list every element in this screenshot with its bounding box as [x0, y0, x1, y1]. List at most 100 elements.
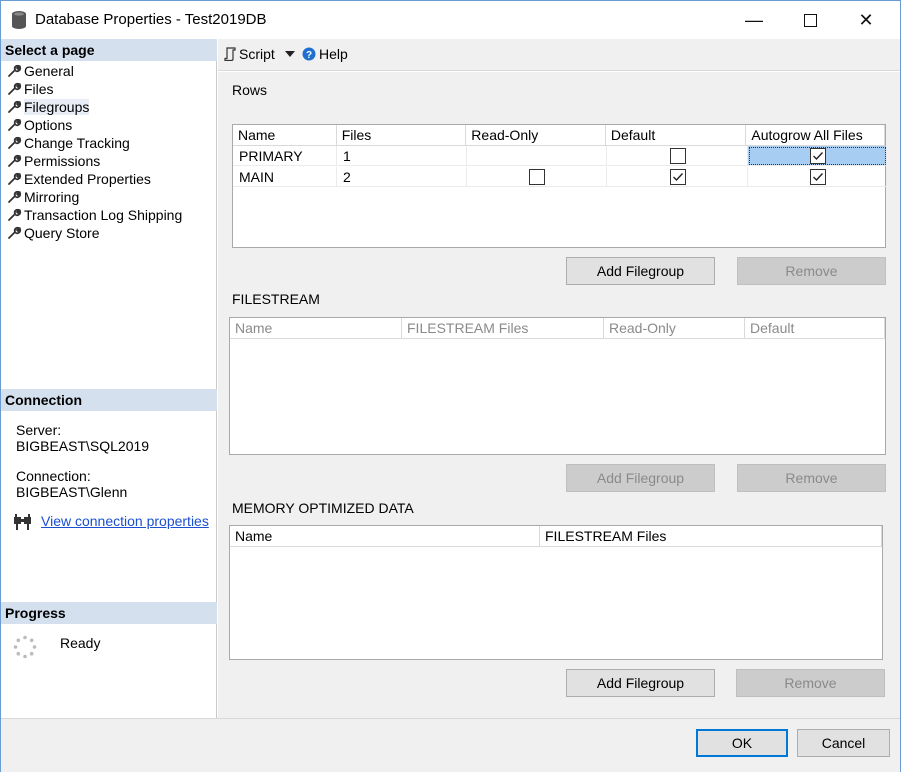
table-row[interactable]: MAIN 2 — [233, 167, 887, 187]
page-item-extended-properties[interactable]: Extended Properties — [7, 170, 151, 188]
database-icon — [12, 11, 26, 29]
wrench-icon — [8, 136, 22, 149]
memory-column-header[interactable]: Name — [230, 526, 540, 547]
wrench-icon — [8, 226, 22, 239]
page-item-permissions[interactable]: Permissions — [7, 152, 100, 170]
filestream-column-header[interactable]: FILESTREAM Files — [402, 318, 604, 339]
page-item-change-tracking[interactable]: Change Tracking — [7, 134, 130, 152]
help-icon: ? — [302, 47, 316, 61]
filestream-column-header[interactable]: Read-Only — [604, 318, 745, 339]
memory-optimized-grid: Name FILESTREAM Files — [229, 525, 883, 660]
rows-filegroups-grid: Name Files Read-Only Default Autogrow All Fi… — [232, 124, 887, 248]
left-pane: Select a page General Files Filegroups Opti… — [1, 39, 217, 718]
autogrow-cell[interactable] — [748, 167, 887, 187]
view-connection-properties-link[interactable]: View connection properties — [41, 513, 209, 529]
rows-grid-header: Name Files Read-Only Default Autogrow All Fi… — [233, 125, 885, 146]
maximize-icon — [803, 13, 817, 27]
memory-column-header[interactable]: FILESTREAM Files — [540, 526, 882, 547]
wrench-icon — [8, 64, 22, 77]
rows-column-header[interactable]: Files — [336, 125, 467, 146]
checkbox-checked[interactable] — [669, 169, 686, 185]
default-cell[interactable] — [607, 146, 748, 166]
page-item-label: Files — [24, 81, 54, 97]
checkbox-unchecked[interactable] — [669, 148, 686, 164]
memory-add-filegroup-button[interactable]: Add Filegroup — [566, 669, 715, 697]
wrench-icon — [8, 118, 22, 131]
page-item-transaction-log-shipping[interactable]: Transaction Log Shipping — [7, 206, 182, 224]
progress-header: Progress — [1, 602, 217, 624]
connection-label: Connection: — [16, 468, 91, 484]
maximize-button[interactable] — [787, 1, 833, 39]
name-cell-text: MAIN — [239, 169, 274, 185]
page-item-general[interactable]: General — [7, 62, 74, 80]
database-properties-dialog: Database Properties - Test2019DB — ✕ Sel… — [0, 0, 901, 772]
wrench-icon — [8, 190, 22, 203]
cancel-button[interactable]: Cancel — [797, 729, 890, 757]
page-item-label: Mirroring — [24, 189, 80, 205]
dialog-footer: OK Cancel — [1, 718, 900, 772]
page-item-label: General — [24, 63, 74, 79]
script-icon — [224, 47, 236, 61]
title-bar: Database Properties - Test2019DB — ✕ — [1, 1, 900, 39]
name-cell[interactable]: PRIMARY — [233, 146, 337, 166]
script-button[interactable]: Script — [224, 46, 295, 62]
read-only-cell[interactable] — [467, 146, 607, 166]
filestream-grid: Name FILESTREAM Files Read-Only Default — [229, 317, 886, 455]
filestream-grid-header: Name FILESTREAM Files Read-Only Default — [230, 318, 885, 339]
checkbox-unchecked[interactable] — [529, 169, 545, 185]
help-label: Help — [319, 46, 348, 62]
page-item-label: Change Tracking — [24, 135, 130, 151]
close-icon: ✕ — [858, 9, 874, 30]
wrench-icon — [8, 154, 22, 167]
filestream-remove-button[interactable]: Remove — [737, 464, 886, 492]
wrench-icon — [8, 100, 22, 113]
filestream-column-header[interactable]: Default — [745, 318, 885, 339]
page-item-label: Query Store — [24, 225, 100, 241]
memory-optimized-label: MEMORY OPTIMIZED DATA — [232, 500, 414, 516]
minimize-button[interactable]: — — [731, 1, 777, 39]
progress-spinner-icon — [13, 635, 37, 659]
filestream-column-header[interactable]: Name — [230, 318, 402, 339]
memory-optimized-grid-header: Name FILESTREAM Files — [230, 526, 882, 547]
page-item-files[interactable]: Files — [7, 80, 54, 98]
ok-button[interactable]: OK — [696, 729, 788, 757]
rows-column-header[interactable]: Autogrow All Files — [746, 125, 885, 146]
svg-text:?: ? — [306, 50, 312, 61]
table-row[interactable]: PRIMARY 1 — [233, 146, 887, 166]
page-item-options[interactable]: Options — [7, 116, 72, 134]
chevron-down-icon[interactable] — [284, 51, 295, 57]
toolbar: Script ? Help — [218, 39, 900, 71]
page-item-filegroups[interactable]: Filegroups — [7, 98, 90, 116]
page-item-label: Filegroups — [24, 99, 90, 115]
wrench-icon — [8, 82, 22, 95]
progress-status: Ready — [60, 635, 101, 651]
connection-icon — [14, 514, 31, 530]
files-cell[interactable]: 2 — [337, 167, 467, 187]
autogrow-cell[interactable] — [748, 146, 887, 166]
memory-remove-button[interactable]: Remove — [736, 669, 885, 697]
files-cell[interactable]: 1 — [337, 146, 467, 166]
rows-column-header[interactable]: Read-Only — [466, 125, 606, 146]
name-cell[interactable]: MAIN — [233, 167, 337, 187]
files-cell-text: 2 — [343, 169, 351, 185]
checkbox-checked[interactable] — [809, 148, 826, 164]
default-cell[interactable] — [607, 167, 748, 187]
page-item-label: Extended Properties — [24, 171, 151, 187]
page-item-query-store[interactable]: Query Store — [7, 224, 99, 242]
help-button[interactable]: ? Help — [302, 46, 348, 62]
script-label: Script — [239, 46, 275, 62]
rows-remove-button[interactable]: Remove — [737, 257, 886, 285]
rows-column-header[interactable]: Name — [233, 125, 337, 146]
close-button[interactable]: ✕ — [843, 1, 889, 39]
rows-column-header[interactable]: Default — [605, 125, 747, 146]
rows-add-filegroup-button[interactable]: Add Filegroup — [566, 257, 715, 285]
read-only-cell[interactable] — [467, 167, 607, 187]
page-item-mirroring[interactable]: Mirroring — [7, 188, 79, 206]
checkbox-checked[interactable] — [809, 169, 826, 185]
filestream-label: FILESTREAM — [232, 291, 320, 307]
server-value: BIGBEAST\SQL2019 — [16, 438, 150, 454]
filegroups-page: Rows Name Files Read-Only Default Autogrow A… — [218, 72, 900, 718]
filestream-add-filegroup-button[interactable]: Add Filegroup — [566, 464, 715, 492]
page-item-label: Transaction Log Shipping — [24, 207, 183, 223]
files-cell-text: 1 — [343, 148, 351, 164]
